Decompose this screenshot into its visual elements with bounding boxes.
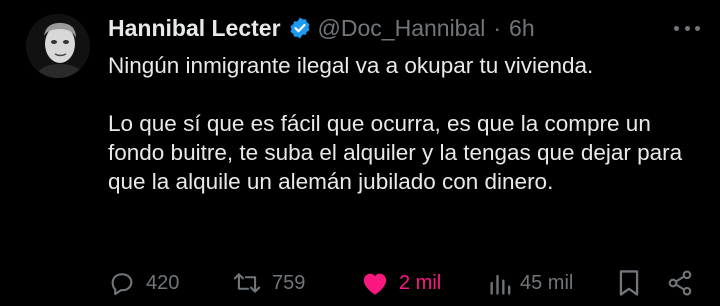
reply-button[interactable]: 420 [108, 266, 179, 300]
tweet-paragraph-1: Ningún inmigrante ilegal va a okupar tu … [108, 53, 594, 78]
repost-count: 759 [272, 271, 306, 294]
bookmark-icon [619, 270, 639, 296]
share-button[interactable] [666, 266, 694, 300]
tweet-paragraph-2: Lo que sí que es fácil que ocurra, es qu… [108, 111, 683, 194]
reply-count: 420 [146, 271, 180, 294]
views-icon [490, 274, 511, 295]
more-icon[interactable] [674, 16, 700, 40]
tweet-time[interactable]: 6h [509, 15, 535, 42]
tweet-header: Hannibal Lecter @Doc_Hannibal · 6h [108, 10, 700, 46]
repost-icon [233, 273, 261, 293]
share-icon [668, 270, 692, 296]
tweet-text: Ningún inmigrante ilegal va a okupar tu … [108, 51, 698, 196]
author-handle[interactable]: @Doc_Hannibal [318, 15, 486, 42]
bookmark-button[interactable] [616, 266, 642, 300]
like-count: 2 mil [399, 271, 442, 294]
author-name[interactable]: Hannibal Lecter [108, 15, 281, 42]
repost-button[interactable]: 759 [232, 266, 305, 300]
like-button[interactable]: 2 mil [361, 266, 441, 300]
verified-badge-icon [288, 16, 312, 40]
separator-dot: · [493, 14, 502, 41]
views-count: 45 mil [520, 271, 574, 294]
reply-icon [111, 273, 133, 296]
avatar[interactable] [26, 14, 90, 78]
like-icon [363, 273, 387, 295]
views-button[interactable]: 45 mil [488, 266, 573, 300]
action-bar: 420 759 2 mil 45 mil [108, 266, 700, 300]
avatar-image [26, 14, 90, 78]
